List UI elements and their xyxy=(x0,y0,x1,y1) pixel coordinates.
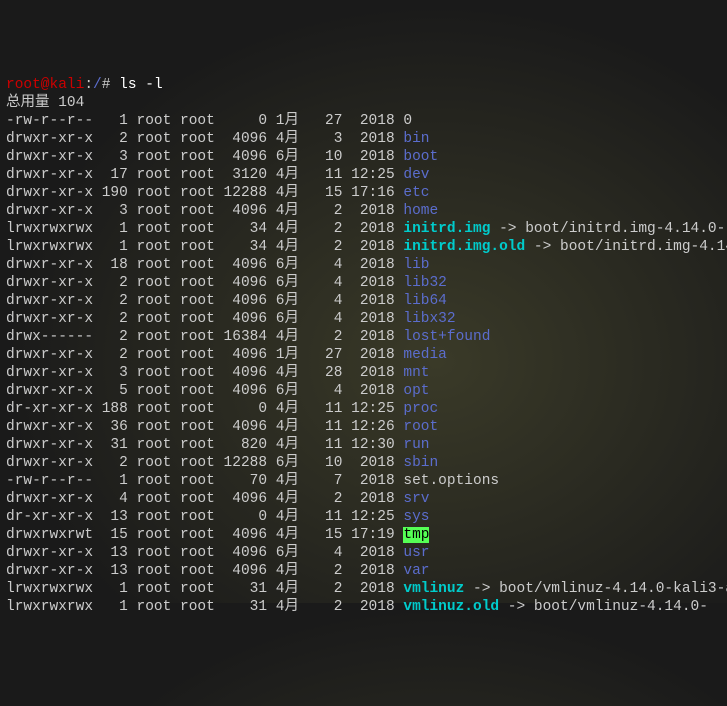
file-name: vmlinuz.old xyxy=(403,599,499,615)
listing-row: drwxr-xr-x 2 root root 12288 6月 10 2018 … xyxy=(6,454,721,472)
link-target: -> boot/vmlinuz-4.14.0-kali3-amd64 xyxy=(464,581,727,597)
prompt-line: root@kali:/# ls -l xyxy=(6,76,721,94)
listing-row: lrwxrwxrwx 1 root root 34 4月 2 2018 init… xyxy=(6,238,721,256)
listing-row: drwxr-xr-x 2 root root 4096 1月 27 2018 m… xyxy=(6,346,721,364)
file-name: etc xyxy=(403,185,429,201)
listing-row: drwxr-xr-x 2 root root 4096 6月 4 2018 li… xyxy=(6,310,721,328)
listing-row: drwxr-xr-x 17 root root 3120 4月 11 12:25… xyxy=(6,166,721,184)
file-name: lost+found xyxy=(403,329,490,345)
listing-row: drwx------ 2 root root 16384 4月 2 2018 l… xyxy=(6,328,721,346)
file-name: initrd.img xyxy=(403,221,490,237)
listing-row: drwxr-xr-x 2 root root 4096 6月 4 2018 li… xyxy=(6,292,721,310)
total-line: 总用量 104 xyxy=(6,94,721,112)
file-name: libx32 xyxy=(403,311,455,327)
listing-row: drwxr-xr-x 2 root root 4096 4月 3 2018 bi… xyxy=(6,130,721,148)
listing-row: -rw-r--r-- 1 root root 0 1月 27 2018 0 xyxy=(6,112,721,130)
listing-row: drwxr-xr-x 13 root root 4096 4月 2 2018 v… xyxy=(6,562,721,580)
prompt-path: / xyxy=(93,77,102,93)
listing-row: dr-xr-xr-x 188 root root 0 4月 11 12:25 p… xyxy=(6,400,721,418)
listing-row: drwxr-xr-x 2 root root 4096 6月 4 2018 li… xyxy=(6,274,721,292)
listing-row: drwxr-xr-x 4 root root 4096 4月 2 2018 sr… xyxy=(6,490,721,508)
file-name: dev xyxy=(403,167,429,183)
file-name: tmp xyxy=(403,527,429,543)
listing-row: drwxr-xr-x 3 root root 4096 6月 10 2018 b… xyxy=(6,148,721,166)
link-target: -> boot/initrd.img-4.14.0-kali3-amd64 xyxy=(525,239,727,255)
listing-row: drwxr-xr-x 36 root root 4096 4月 11 12:26… xyxy=(6,418,721,436)
listing-row: dr-xr-xr-x 13 root root 0 4月 11 12:25 sy… xyxy=(6,508,721,526)
file-name: root xyxy=(403,419,438,435)
link-target: -> boot/vmlinuz-4.14.0- xyxy=(499,599,708,615)
file-name: lib64 xyxy=(403,293,447,309)
file-name: srv xyxy=(403,491,429,507)
listing-row: drwxr-xr-x 3 root root 4096 4月 28 2018 m… xyxy=(6,364,721,382)
listing-row: lrwxrwxrwx 1 root root 34 4月 2 2018 init… xyxy=(6,220,721,238)
file-name: bin xyxy=(403,131,429,147)
command-text: ls -l xyxy=(119,77,163,93)
listing-row: drwxr-xr-x 3 root root 4096 4月 2 2018 ho… xyxy=(6,202,721,220)
file-name: opt xyxy=(403,383,429,399)
prompt-sep: : xyxy=(84,77,93,93)
file-name: run xyxy=(403,437,429,453)
link-target: -> boot/initrd.img-4.14.0-kali3-amd64 xyxy=(490,221,727,237)
file-name: var xyxy=(403,563,429,579)
listing-row: lrwxrwxrwx 1 root root 31 4月 2 2018 vmli… xyxy=(6,580,721,598)
file-name: lib32 xyxy=(403,275,447,291)
file-name: initrd.img.old xyxy=(403,239,525,255)
listing-row: drwxr-xr-x 31 root root 820 4月 11 12:30 … xyxy=(6,436,721,454)
listing-row: drwxr-xr-x 5 root root 4096 6月 4 2018 op… xyxy=(6,382,721,400)
prompt-hash: # xyxy=(102,77,119,93)
prompt-user: root@kali xyxy=(6,77,84,93)
listing-row: drwxr-xr-x 13 root root 4096 6月 4 2018 u… xyxy=(6,544,721,562)
file-name: vmlinuz xyxy=(403,581,464,597)
file-name: proc xyxy=(403,401,438,417)
file-name: 0 xyxy=(403,113,412,129)
file-name: set.options xyxy=(403,473,499,489)
listing-row: -rw-r--r-- 1 root root 70 4月 7 2018 set.… xyxy=(6,472,721,490)
file-name: lib xyxy=(403,257,429,273)
listing-row: drwxrwxrwt 15 root root 4096 4月 15 17:19… xyxy=(6,526,721,544)
listing-row: lrwxrwxrwx 1 root root 31 4月 2 2018 vmli… xyxy=(6,598,721,616)
listing-row: drwxr-xr-x 190 root root 12288 4月 15 17:… xyxy=(6,184,721,202)
file-name: boot xyxy=(403,149,438,165)
file-name: mnt xyxy=(403,365,429,381)
file-name: media xyxy=(403,347,447,363)
terminal-output[interactable]: root@kali:/# ls -l总用量 104-rw-r--r-- 1 ro… xyxy=(6,76,721,616)
file-name: sys xyxy=(403,509,429,525)
file-name: sbin xyxy=(403,455,438,471)
file-name: home xyxy=(403,203,438,219)
file-name: usr xyxy=(403,545,429,561)
listing-row: drwxr-xr-x 18 root root 4096 6月 4 2018 l… xyxy=(6,256,721,274)
